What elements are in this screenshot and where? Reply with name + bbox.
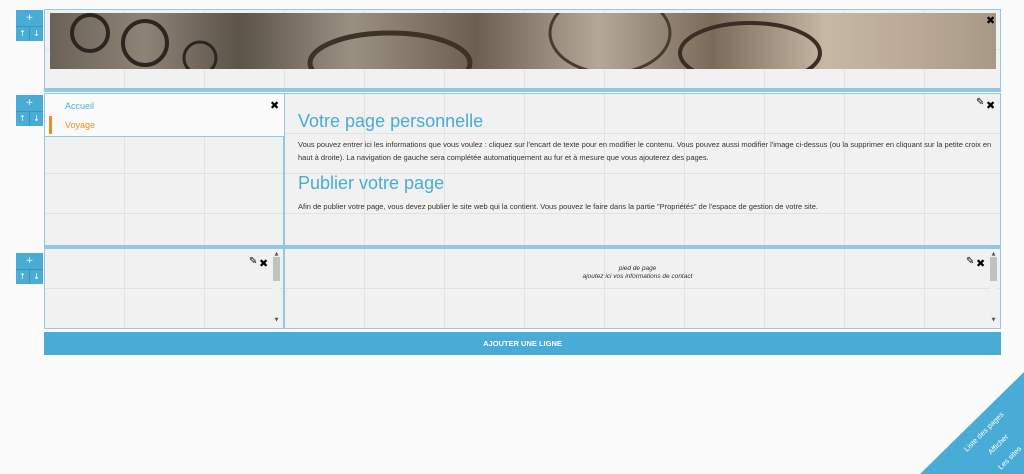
move-down-button[interactable]: ↓: [30, 27, 43, 41]
add-row-button[interactable]: AJOUTER UNE LIGNE: [44, 332, 1001, 355]
footer-right-scrollbar[interactable]: ▲ ▼: [990, 251, 997, 323]
nav-block: Accueil Voyage ✖: [44, 93, 284, 246]
remove-banner-close-icon[interactable]: ✖: [986, 15, 995, 26]
remove-nav-close-icon[interactable]: ✖: [270, 100, 279, 111]
move-up-button[interactable]: ↑: [16, 27, 30, 41]
staircase-photo: [70, 13, 822, 69]
publish-title: Publier votre page: [298, 173, 445, 193]
row-separator: [44, 89, 1001, 92]
move-down-button[interactable]: ↓: [30, 112, 43, 126]
corner-link-sites[interactable]: Les sites: [996, 444, 1023, 471]
nav-menu: Accueil Voyage ✖: [45, 94, 284, 137]
banner-row: ✖: [44, 9, 1001, 89]
edit-footer-right-icon[interactable]: ✎: [966, 256, 974, 267]
nav-link-accueil[interactable]: Accueil: [65, 101, 94, 111]
banner-image[interactable]: [50, 13, 996, 69]
page-title: Votre page personnelle: [298, 111, 484, 131]
row3-controls: + ↑ ↓: [16, 253, 43, 284]
intro-paragraph: Vous pouvez entrer ici les informations …: [298, 140, 992, 162]
remove-footer-left-close-icon[interactable]: ✖: [259, 258, 268, 269]
remove-content-close-icon[interactable]: ✖: [986, 100, 995, 111]
corner-link-show[interactable]: Afficher: [986, 432, 1011, 457]
footer-text-line1: pied de page: [618, 265, 657, 272]
nav-marker-accueil: [49, 98, 52, 116]
edit-footer-left-icon[interactable]: ✎: [249, 256, 257, 267]
edit-content-icon[interactable]: ✎: [976, 97, 984, 108]
nav-link-voyage[interactable]: Voyage: [65, 120, 95, 130]
row2-controls: + ↑ ↓: [16, 95, 43, 126]
footer-left-block[interactable]: ✎ ✖ ▲ ▼: [44, 248, 284, 329]
footer-right-block[interactable]: pied de page ajoutez ici vos information…: [284, 248, 1001, 329]
add-block-button[interactable]: +: [16, 10, 43, 26]
nav-marker-voyage: [49, 116, 52, 134]
corner-link-page-list[interactable]: Liste des pages: [962, 410, 1006, 454]
publish-paragraph: Afin de publier votre page, vous devez p…: [298, 202, 818, 211]
move-up-button[interactable]: ↑: [16, 112, 30, 126]
footer-left-scrollbar[interactable]: ▲ ▼: [273, 251, 280, 323]
move-up-button[interactable]: ↑: [16, 270, 30, 284]
footer-text-line2: ajoutez ici vos informations de contact: [582, 273, 693, 280]
row1-controls: + ↑ ↓: [16, 10, 43, 41]
content-block[interactable]: ✎ ✖ Votre page personnelle Vous pouvez e…: [284, 93, 1001, 246]
add-block-button[interactable]: +: [16, 95, 43, 111]
remove-footer-right-close-icon[interactable]: ✖: [976, 258, 985, 269]
add-block-button[interactable]: +: [16, 253, 43, 269]
move-down-button[interactable]: ↓: [30, 270, 43, 284]
